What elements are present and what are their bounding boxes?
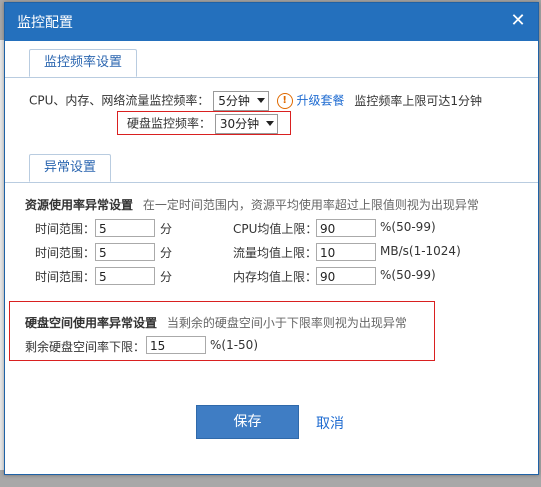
disk-anomaly-header: 硬盘空间使用率异常设置 当剩余的硬盘空间小于下限率则视为出现异常 [25,314,407,331]
time-range-unit: 分 [160,270,173,284]
cpu-avg-limit-unit: %(50-99) [380,220,436,234]
cpu-avg-limit-input[interactable]: 90 [316,219,376,237]
resource-anomaly-title: 资源使用率异常设置 [25,198,134,212]
disk-anomaly-title: 硬盘空间使用率异常设置 [25,316,158,330]
monitor-config-dialog: 监控配置 ✕ 监控频率设置 CPU、内存、网络流量监控频率： 5分钟 ! 升级套… [4,2,539,475]
cpu-freq-value: 5分钟 [218,94,250,108]
upgrade-plan-link[interactable]: 升级套餐 [297,94,345,108]
disk-free-min-unit: %(1-50) [210,338,258,352]
chevron-down-icon [266,121,275,126]
close-icon[interactable]: ✕ [508,11,528,31]
time-range-label: 时间范围： [35,222,96,236]
cpu-freq-row: CPU、内存、网络流量监控频率： 5分钟 ! 升级套餐 监控频率上限可达1分钟 [29,91,482,111]
time-range-unit: 分 [160,222,173,236]
traffic-avg-limit-input[interactable]: 10 [316,243,376,261]
cpu-freq-label: CPU、内存、网络流量监控频率： [29,93,210,108]
disk-free-min-input[interactable]: 15 [146,336,206,354]
dialog-title: 监控配置 [17,15,73,31]
chevron-down-icon [256,98,265,103]
monitor-freq-tabbar: 监控频率设置 [5,49,538,78]
time-range-input[interactable]: 5 [95,267,155,285]
cpu-freq-select[interactable]: 5分钟 [213,91,269,111]
memory-avg-limit-unit: %(50-99) [380,268,436,282]
time-range-unit: 分 [160,246,173,260]
anomaly-tabbar: 异常设置 [5,154,538,183]
time-range-label: 时间范围： [35,246,96,260]
disk-freq-row: 硬盘监控频率： 30分钟 [127,114,279,134]
disk-free-min-label: 剩余硬盘空间率下限： [25,340,146,354]
traffic-avg-limit-unit: MB/s(1-1024) [380,244,461,258]
resource-anomaly-hint: 在一定时间范围内，资源平均使用率超过上限值则视为出现异常 [142,198,479,212]
resource-anomaly-header: 资源使用率异常设置 在一定时间范围内，资源平均使用率超过上限值则视为出现异常 [25,196,479,213]
time-range-input[interactable]: 5 [95,219,155,237]
time-range-input[interactable]: 5 [95,243,155,261]
disk-freq-value: 30分钟 [219,117,260,131]
warning-icon: ! [276,93,293,109]
traffic-avg-limit-label: 流量均值上限： [233,246,318,260]
disk-freq-select[interactable]: 30分钟 [214,114,279,134]
tab-monitor-frequency[interactable]: 监控频率设置 [29,49,138,77]
cancel-link[interactable]: 取消 [316,413,344,433]
disk-freq-label: 硬盘监控频率： [127,116,212,131]
time-range-label: 时间范围： [35,270,96,284]
disk-anomaly-hint: 当剩余的硬盘空间小于下限率则视为出现异常 [166,316,407,330]
memory-avg-limit-label: 内存均值上限： [233,270,318,284]
memory-avg-limit-input[interactable]: 90 [316,267,376,285]
save-button[interactable]: 保存 [196,405,299,439]
upgrade-note: 监控频率上限可达1分钟 [354,93,483,108]
dialog-titlebar: 监控配置 ✕ [5,3,538,41]
tab-anomaly-settings[interactable]: 异常设置 [29,154,112,182]
cpu-avg-limit-label: CPU均值上限： [233,222,318,236]
